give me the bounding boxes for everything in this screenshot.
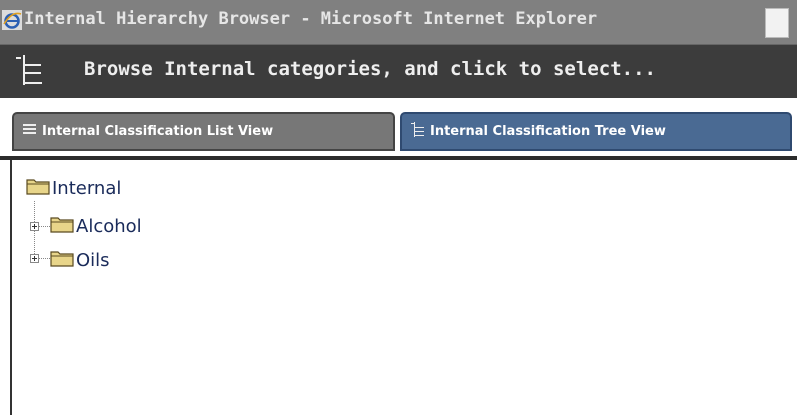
tree-node-oils[interactable]: Oils: [50, 249, 110, 272]
tree-icon: [411, 122, 424, 141]
tree-node-label: Alcohol: [76, 216, 142, 237]
tab-strip: Internal Classification List View Intern…: [0, 98, 797, 160]
tab-tree-view-label: Internal Classification Tree View: [430, 124, 666, 139]
tab-list-view-label: Internal Classification List View: [42, 124, 274, 139]
folder-icon: [50, 249, 74, 272]
expand-alcohol-button[interactable]: [30, 222, 39, 231]
panel-left-border: [10, 160, 12, 415]
window-title: Internal Hierarchy Browser - Microsoft I…: [24, 9, 598, 29]
tree-node-internal[interactable]: Internal: [26, 177, 121, 200]
expand-oils-button[interactable]: [30, 254, 39, 263]
titlebar-control[interactable]: [765, 8, 789, 38]
tree-node-label: Oils: [76, 250, 110, 271]
tree-view-icon: [16, 55, 42, 89]
tree-node-alcohol[interactable]: Alcohol: [50, 215, 142, 238]
tree-node-label: Internal: [52, 178, 122, 199]
tree-connector: [38, 258, 50, 259]
page-header: Browse Internal categories, and click to…: [0, 45, 797, 98]
header-instruction: Browse Internal categories, and click to…: [84, 58, 656, 80]
folder-icon: [50, 215, 74, 238]
tree-connector: [38, 226, 50, 227]
tab-tree-view[interactable]: Internal Classification Tree View: [400, 112, 792, 151]
tab-list-view[interactable]: Internal Classification List View: [12, 112, 395, 151]
window-titlebar[interactable]: Internal Hierarchy Browser - Microsoft I…: [0, 0, 797, 45]
list-icon: [23, 123, 36, 140]
internet-explorer-icon: [2, 10, 22, 30]
folder-icon: [26, 177, 50, 200]
